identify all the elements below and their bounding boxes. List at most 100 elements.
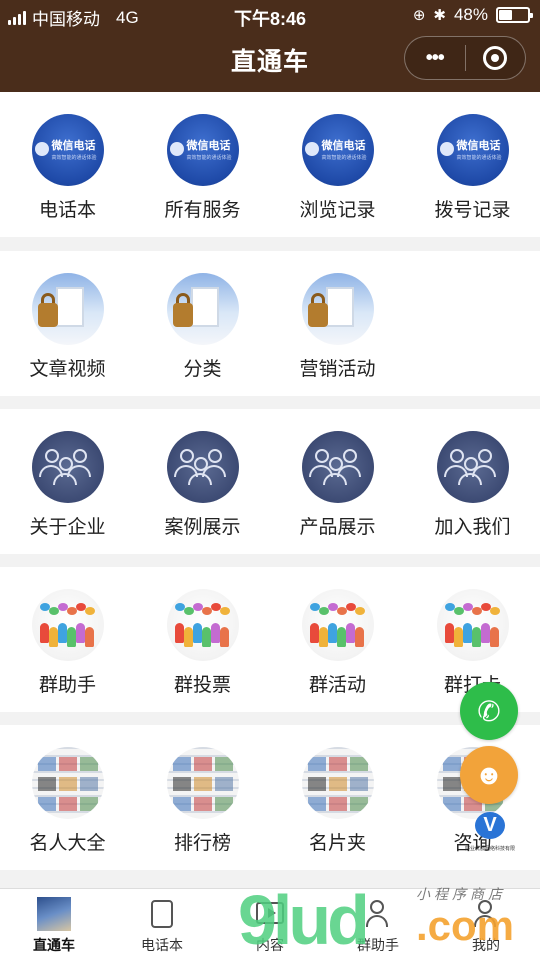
grid-item-label: 所有服务	[164, 200, 241, 221]
grid-item-label: 群活动	[308, 675, 366, 696]
grid-item-label: 名人大全	[29, 833, 106, 854]
battery-fill	[499, 10, 512, 20]
news-thumbnail	[301, 747, 374, 819]
lock-thumbnail	[166, 273, 239, 345]
tab-group-assistant[interactable]: 群助手	[324, 889, 432, 960]
news-thumbnail	[166, 747, 239, 819]
battery-percent: 48%	[453, 5, 488, 24]
people-thumbnail	[436, 431, 509, 503]
tab-label: 内容	[256, 937, 284, 953]
wechat-thumbnail: 微信电话高效智能的通话体验	[166, 114, 239, 186]
grid-item-label: 分类	[183, 359, 222, 380]
section-content: 文章视频 分类 营销活动	[0, 251, 540, 396]
section-group-tools: 群助手 群投票 群活动 群打卡	[0, 567, 540, 712]
grid-item[interactable]: 文章视频	[0, 273, 135, 381]
tab-direct[interactable]: 直通车	[0, 889, 108, 960]
cover-image-icon	[37, 897, 71, 931]
tab-label: 群助手	[357, 937, 399, 953]
status-bar: 中国移动 4G 下午8:46 ⊕ ✱ 48%	[0, 0, 540, 30]
group-icon	[361, 897, 395, 931]
tab-label: 直通车	[33, 937, 75, 953]
crowd-thumbnail	[436, 589, 509, 661]
section-directory: 名人大全 排行榜 名片夹 咨询	[0, 725, 540, 870]
company-logo-badge[interactable]: V 好业优服网络科技有限	[462, 812, 518, 852]
grid-item-label: 产品展示	[299, 517, 376, 538]
mini-program-capsule: •••	[404, 36, 526, 80]
top-bar: 中国移动 4G 下午8:46 ⊕ ✱ 48% 直通车 •••	[0, 0, 540, 92]
grid-item[interactable]: 群投票	[135, 589, 270, 697]
lock-thumbnail	[31, 273, 104, 345]
thumb-subtitle: 高效智能的通话体验	[456, 155, 502, 161]
grid-item[interactable]: 群助手	[0, 589, 135, 697]
tab-phonebook[interactable]: 电话本	[108, 889, 216, 960]
grid-item-label: 加入我们	[434, 517, 511, 538]
people-thumbnail	[31, 431, 104, 503]
grid-item[interactable]: 名人大全	[0, 747, 135, 855]
logo-v-icon: V	[475, 812, 505, 839]
grid-item[interactable]: 群活动	[270, 589, 405, 697]
video-play-icon	[253, 897, 287, 931]
phonebook-icon	[145, 897, 179, 931]
target-circle-icon	[483, 46, 508, 70]
grid-item-label: 关于企业	[29, 517, 106, 538]
grid-item[interactable]: 产品展示	[270, 431, 405, 539]
status-right: ⊕ ✱ 48%	[412, 5, 533, 25]
grid-item[interactable]: 微信电话高效智能的通话体验拨号记录	[405, 114, 540, 222]
crowd-thumbnail	[31, 589, 104, 661]
lock-thumbnail	[301, 273, 374, 345]
grid-item-label: 名片夹	[308, 833, 366, 854]
tab-mine[interactable]: 我的	[432, 889, 540, 960]
grid-item[interactable]: 微信电话高效智能的通话体验所有服务	[135, 114, 270, 222]
grid-item-label: 群投票	[173, 675, 231, 696]
grid-item[interactable]: 营销活动	[270, 273, 405, 381]
grid-item[interactable]: 群打卡	[405, 589, 540, 697]
news-thumbnail	[31, 747, 104, 819]
people-thumbnail	[166, 431, 239, 503]
thumb-title: 微信电话	[321, 140, 366, 152]
grid-item-label: 拨号记录	[434, 200, 511, 221]
thumb-subtitle: 高效智能的通话体验	[51, 155, 97, 161]
tab-label: 电话本	[141, 937, 183, 953]
grid-item-label: 排行榜	[173, 833, 231, 854]
grid-item[interactable]: 排行榜	[135, 747, 270, 855]
thumb-title: 微信电话	[456, 140, 501, 152]
customer-service-floating-button[interactable]: ☻	[460, 746, 518, 804]
thumb-subtitle: 高效智能的通话体验	[321, 155, 367, 161]
wechat-thumbnail: 微信电话高效智能的通话体验	[436, 114, 509, 186]
battery-icon	[496, 7, 533, 23]
grid-item[interactable]: 微信电话高效智能的通话体验浏览记录	[270, 114, 405, 222]
wechat-thumbnail: 微信电话高效智能的通话体验	[31, 114, 104, 186]
rotation-lock-icon: ⊕	[412, 7, 426, 24]
thumb-title: 微信电话	[51, 140, 96, 152]
grid-item-label: 浏览记录	[299, 200, 376, 221]
grid-item[interactable]: 案例展示	[135, 431, 270, 539]
grid-item[interactable]: 名片夹	[270, 747, 405, 855]
tab-label: 我的	[472, 937, 500, 953]
close-mini-program-button[interactable]	[465, 46, 525, 70]
phone-icon: ✆	[477, 695, 501, 727]
more-dots-icon[interactable]: •••	[405, 47, 465, 70]
tab-content[interactable]: 内容	[216, 889, 324, 960]
people-thumbnail	[301, 431, 374, 503]
grid-item[interactable]: 关于企业	[0, 431, 135, 539]
grid-item-label: 营销活动	[299, 359, 376, 380]
grid-item-label: 案例展示	[164, 517, 241, 538]
grid-item-label: 文章视频	[29, 359, 106, 380]
thumb-title: 微信电话	[186, 140, 231, 152]
profile-icon	[469, 897, 503, 931]
wechat-thumbnail: 微信电话高效智能的通话体验	[301, 114, 374, 186]
bottom-tab-bar: 直通车 电话本 内容 群助手 我的	[0, 888, 540, 960]
grid-item[interactable]: 分类	[135, 273, 270, 381]
logo-text: 好业优服网络科技有限	[464, 846, 515, 852]
grid-item-label: 电话本	[38, 200, 96, 221]
section-phone-tools: 微信电话 高效智能的通话体验 电话本 微信电话 高效智能的通话体验 所有服务 微信电话 高效智…	[0, 92, 540, 237]
call-floating-button[interactable]: ✆	[460, 682, 518, 740]
thumb-subtitle: 高效智能的通话体验	[186, 155, 232, 161]
customer-service-icon: ☻	[474, 759, 504, 790]
grid-item-label: 群助手	[38, 675, 96, 696]
bluetooth-icon: ✱	[433, 7, 446, 24]
crowd-thumbnail	[301, 589, 374, 661]
crowd-thumbnail	[166, 589, 239, 661]
grid-item[interactable]: 微信电话高效智能的通话体验电话本	[0, 114, 135, 222]
grid-item[interactable]: 加入我们	[405, 431, 540, 539]
